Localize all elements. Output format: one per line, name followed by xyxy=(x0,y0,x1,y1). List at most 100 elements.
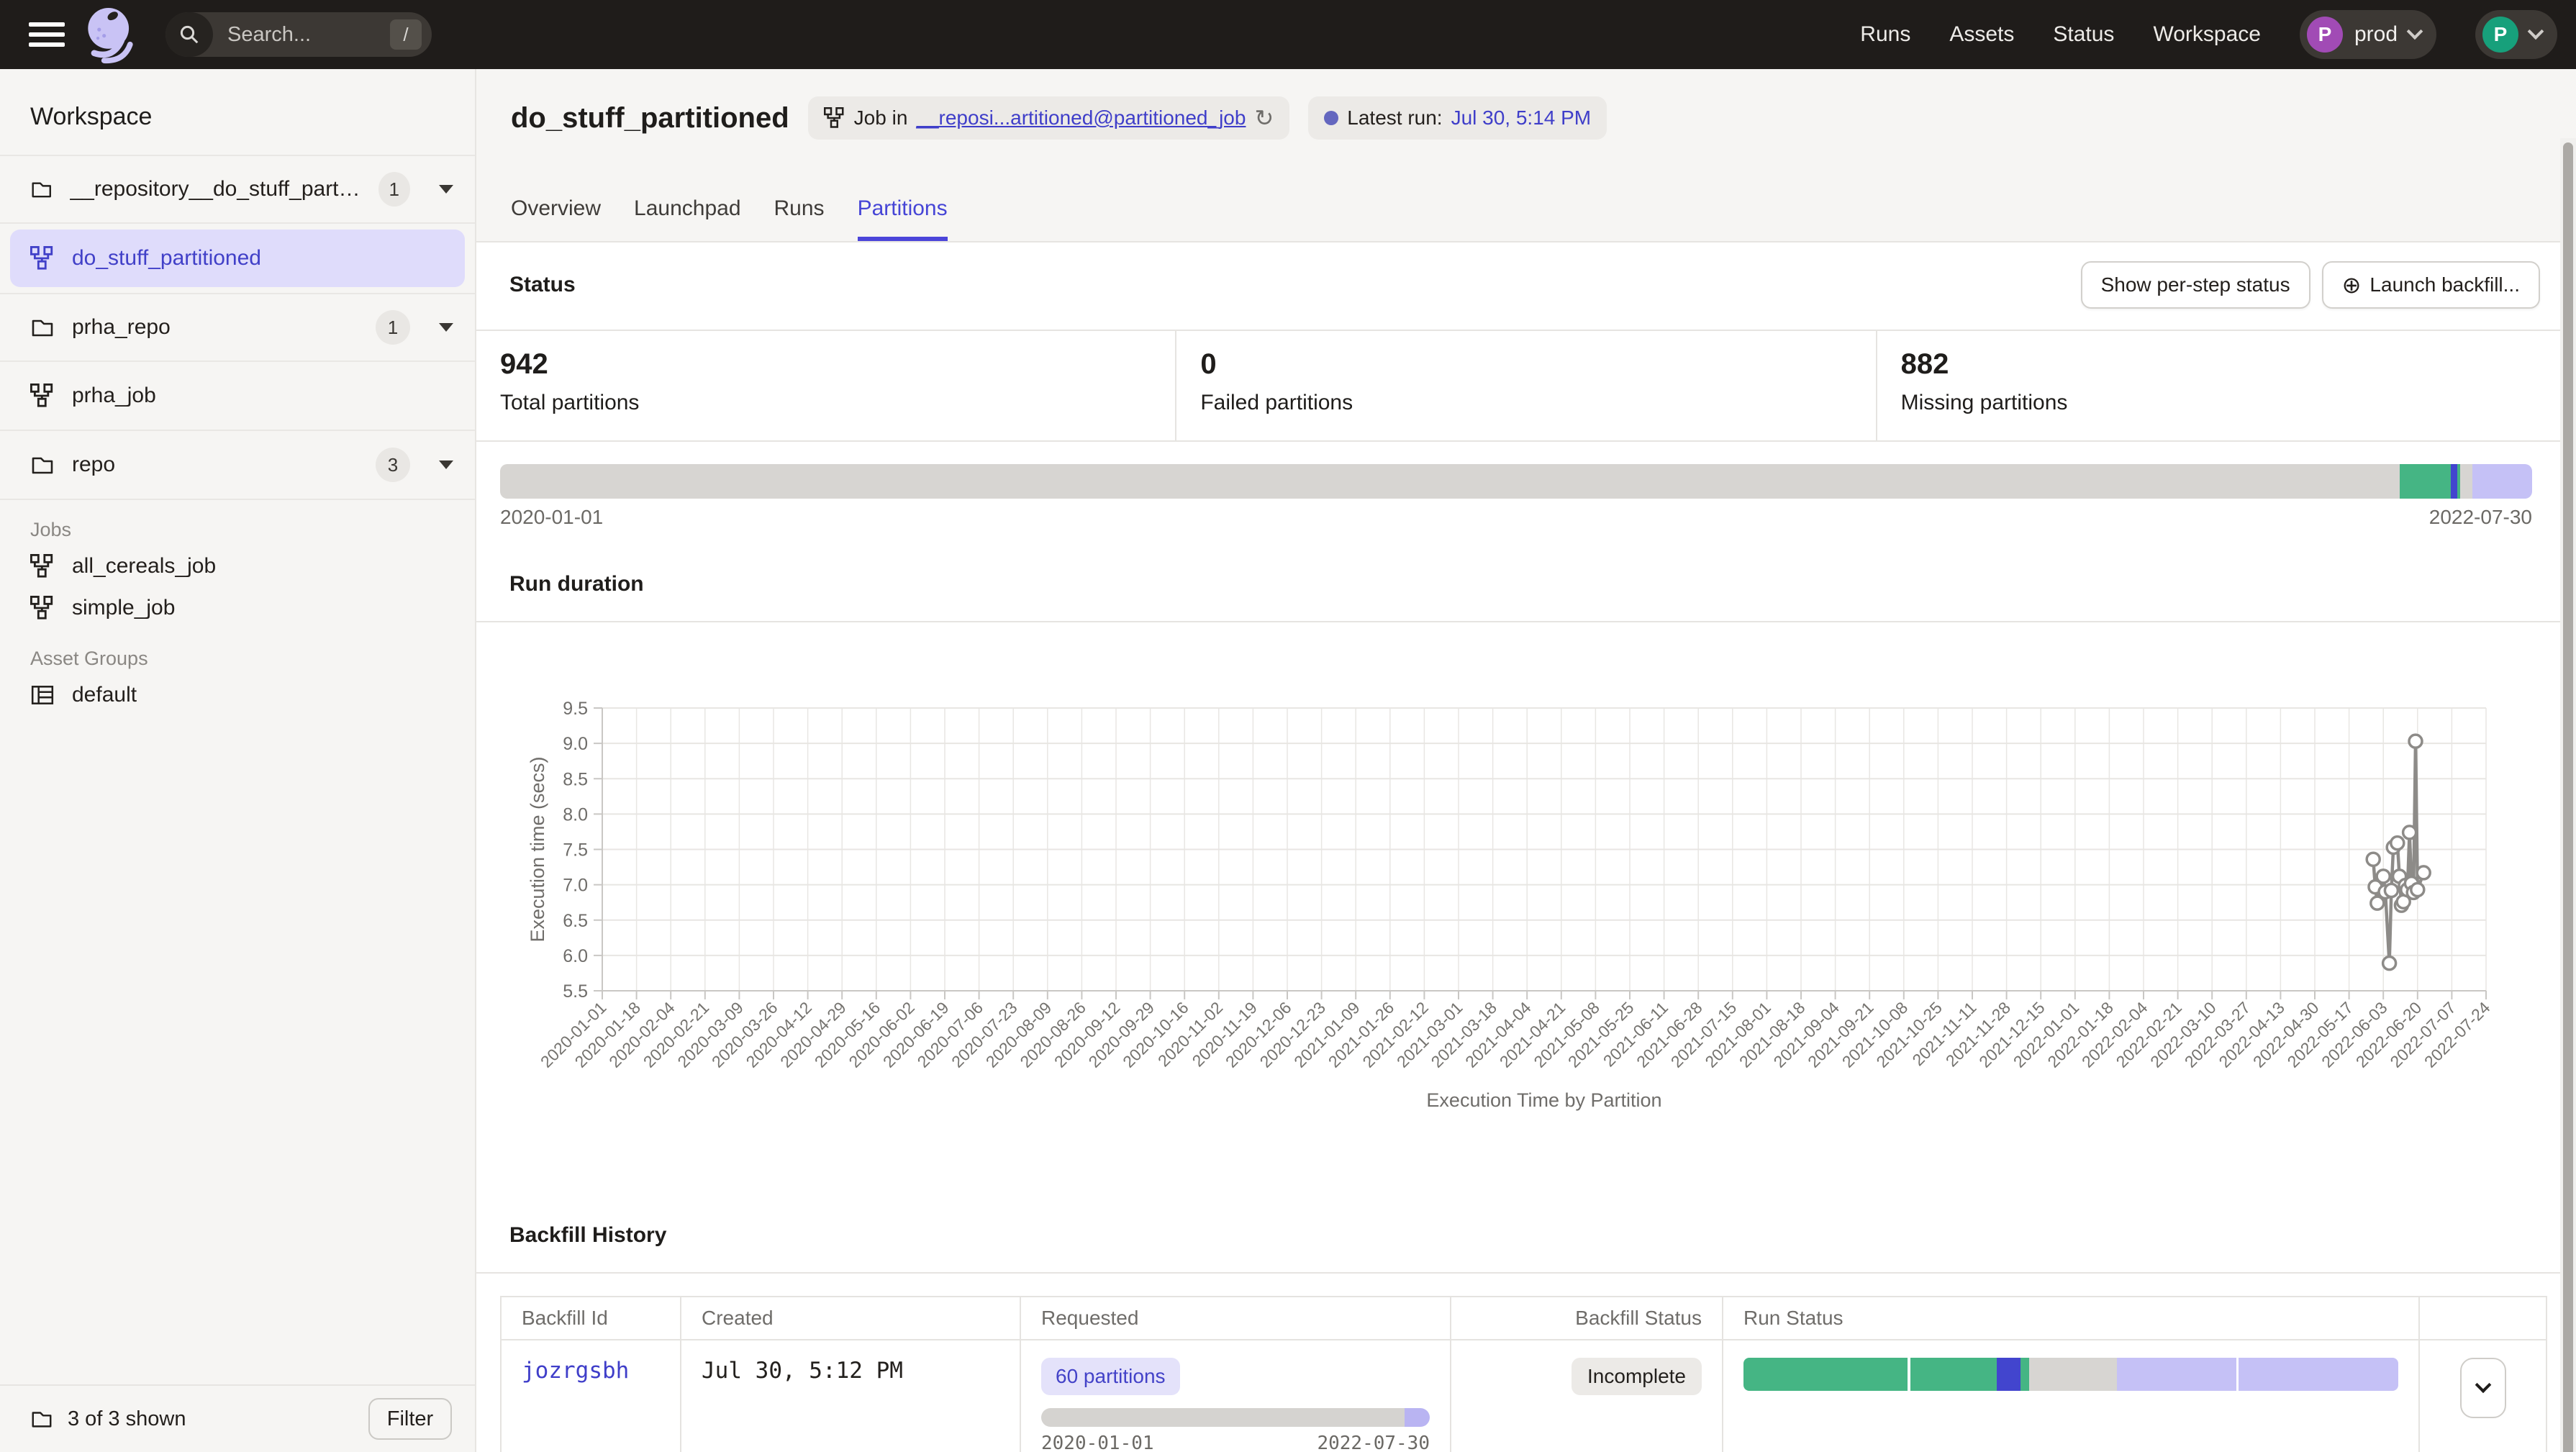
job-tag-prefix: Job in xyxy=(854,106,908,130)
svg-text:6.0: 6.0 xyxy=(563,946,588,966)
svg-text:Execution Time by Partition: Execution Time by Partition xyxy=(1426,1089,1661,1111)
asset-group-icon xyxy=(30,683,55,707)
run-duration-chart[interactable]: 9.59.08.58.07.57.06.56.05.52020-01-01202… xyxy=(518,622,2562,1191)
stat-missing-partitions: 882 Missing partitions xyxy=(1876,331,2576,440)
run-status-bar[interactable] xyxy=(1743,1358,2398,1391)
nav-link-assets[interactable]: Assets xyxy=(1949,22,2014,47)
nav-link-workspace[interactable]: Workspace xyxy=(2153,22,2261,47)
partition-status-bar[interactable] xyxy=(500,464,2532,499)
svg-text:9.5: 9.5 xyxy=(563,699,588,719)
sidebar-item-label: prha_job xyxy=(72,384,156,408)
nav-link-status[interactable]: Status xyxy=(2053,22,2114,47)
requested-range-start: 2020-01-01 xyxy=(1041,1433,1154,1452)
expand-row-button[interactable] xyxy=(2460,1358,2506,1418)
search-input[interactable]: Search... / xyxy=(165,12,432,57)
job-label: simple_job xyxy=(72,596,175,620)
col-requested: Requested xyxy=(1020,1297,1450,1339)
col-created: Created xyxy=(680,1297,1020,1339)
repo-count-badge: 1 xyxy=(378,172,410,207)
svg-text:5.5: 5.5 xyxy=(563,981,588,1002)
folder-icon xyxy=(30,315,55,340)
dagster-logo[interactable] xyxy=(81,4,142,65)
job-tag-link[interactable]: __reposi...artitioned@partitioned_job xyxy=(916,106,1246,130)
job-icon xyxy=(30,246,55,271)
plus-circle-icon: ⊕ xyxy=(2342,273,2362,296)
job-label: all_cereals_job xyxy=(72,554,216,578)
sidebar-item-all-cereals-job[interactable]: all_cereals_job xyxy=(0,545,475,587)
hamburger-menu-icon[interactable] xyxy=(29,22,65,47)
main-content: do_stuff_partitioned Job in __reposi...a… xyxy=(476,69,2576,1452)
sidebar-title: Workspace xyxy=(0,69,475,155)
chevron-down-icon xyxy=(2407,23,2423,40)
vertical-scrollbar[interactable] xyxy=(2560,138,2576,1452)
svg-text:7.5: 7.5 xyxy=(563,840,588,861)
deployment-avatar: P xyxy=(2307,17,2343,53)
table-header-row: Backfill Id Created Requested Backfill S… xyxy=(502,1297,2546,1340)
sidebar-item-prha-repo[interactable]: prha_repo 1 xyxy=(0,293,475,362)
filter-button[interactable]: Filter xyxy=(368,1398,452,1440)
status-section-heading: Status xyxy=(509,273,576,297)
col-backfill-status: Backfill Status xyxy=(1450,1297,1722,1339)
partition-stats: 942 Total partitions 0 Failed partitions… xyxy=(476,330,2576,442)
launch-backfill-button[interactable]: ⊕ Launch backfill... xyxy=(2322,261,2540,309)
top-nav: Search... / Runs Assets Status Workspace… xyxy=(0,0,2576,69)
nav-link-runs[interactable]: Runs xyxy=(1860,22,1910,47)
sidebar-item-default-asset-group[interactable]: default xyxy=(0,674,475,716)
svg-text:8.5: 8.5 xyxy=(563,769,588,789)
svg-text:6.5: 6.5 xyxy=(563,911,588,931)
requested-partitions-badge[interactable]: 60 partitions xyxy=(1041,1358,1180,1395)
reload-icon[interactable]: ↻ xyxy=(1254,104,1274,132)
table-row: jozrgsbh Jul 30, 5:12 PM 60 partitions 2… xyxy=(502,1340,2546,1452)
sidebar-item-label: do_stuff_partitioned xyxy=(72,246,261,271)
sidebar-item-label: prha_repo xyxy=(72,315,171,340)
tab-bar: Overview Launchpad Runs Partitions xyxy=(511,196,948,241)
deployment-switcher[interactable]: P prod xyxy=(2300,10,2436,59)
caret-down-icon[interactable] xyxy=(439,323,453,332)
job-icon xyxy=(824,107,845,129)
sidebar-item-prha-job[interactable]: prha_job xyxy=(0,362,475,431)
sidebar-item-repo[interactable]: repo 3 xyxy=(0,431,475,500)
workspace-sidebar: Workspace __repository__do_stuff_partiti… xyxy=(0,69,476,1452)
user-menu[interactable]: P xyxy=(2475,10,2557,59)
tab-launchpad[interactable]: Launchpad xyxy=(634,196,740,241)
chevron-down-icon xyxy=(2475,1376,2491,1393)
scrollbar-thumb[interactable] xyxy=(2563,142,2573,1452)
col-run-status: Run Status xyxy=(1722,1297,2418,1339)
job-icon xyxy=(30,554,55,578)
backfill-id-link[interactable]: jozrgsbh xyxy=(522,1358,629,1384)
sidebar-item-repository-do-stuff[interactable]: __repository__do_stuff_partitio... 1 xyxy=(0,155,475,224)
tab-overview[interactable]: Overview xyxy=(511,196,601,241)
backfill-created: Jul 30, 5:12 PM xyxy=(702,1358,903,1384)
partition-range-start: 2020-01-01 xyxy=(500,506,603,529)
repos-shown-count: 3 of 3 shown xyxy=(68,1407,186,1431)
sidebar-item-label: repo xyxy=(72,453,115,477)
svg-text:Execution time (secs): Execution time (secs) xyxy=(527,756,548,942)
tab-runs[interactable]: Runs xyxy=(774,196,825,241)
backfill-history-heading: Backfill History xyxy=(476,1223,2576,1248)
latest-run-tag: Latest run: Jul 30, 5:14 PM xyxy=(1308,96,1607,140)
folder-icon xyxy=(30,1407,53,1430)
sidebar-item-do-stuff-partitioned-selected[interactable]: do_stuff_partitioned xyxy=(10,230,465,287)
requested-cell: 60 partitions 2020-01-01 2022-07-30 xyxy=(1020,1340,1450,1452)
tab-partitions[interactable]: Partitions xyxy=(858,196,948,241)
run-status-dot xyxy=(1324,111,1338,125)
chevron-down-icon xyxy=(2528,23,2544,40)
run-duration-heading: Run duration xyxy=(476,572,2576,596)
repo-count-badge: 1 xyxy=(376,310,410,345)
job-origin-tag: Job in __reposi...artitioned@partitioned… xyxy=(808,96,1290,140)
svg-text:7.0: 7.0 xyxy=(563,876,588,896)
stat-failed-partitions: 0 Failed partitions xyxy=(1175,331,1875,440)
sidebar-item-simple-job[interactable]: simple_job xyxy=(0,587,475,629)
stat-total-partitions: 942 Total partitions xyxy=(476,331,1175,440)
asset-groups-section-label: Asset Groups xyxy=(30,648,475,670)
backfill-status-badge: Incomplete xyxy=(1572,1358,1702,1395)
caret-down-icon[interactable] xyxy=(439,460,453,469)
search-shortcut-key: / xyxy=(390,19,422,50)
job-icon xyxy=(30,596,55,620)
show-per-step-status-button[interactable]: Show per-step status xyxy=(2081,261,2310,309)
latest-run-link[interactable]: Jul 30, 5:14 PM xyxy=(1451,106,1592,130)
search-placeholder: Search... xyxy=(227,23,390,47)
jobs-section-label: Jobs xyxy=(30,519,475,541)
caret-down-icon[interactable] xyxy=(439,185,453,194)
requested-range-end: 2022-07-30 xyxy=(1317,1433,1430,1452)
